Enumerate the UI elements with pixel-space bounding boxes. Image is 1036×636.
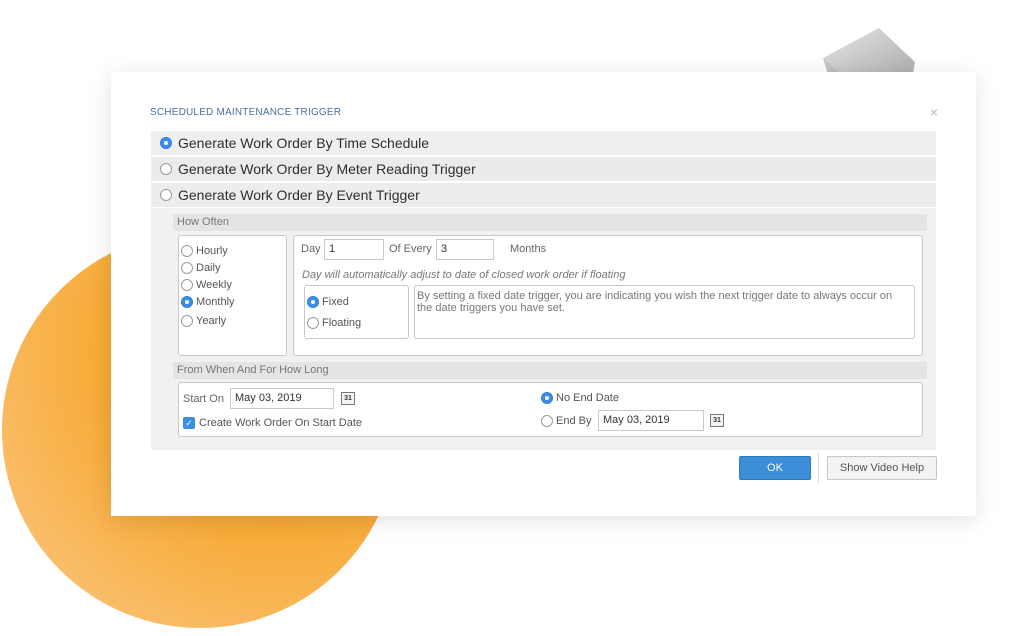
- end-date-calendar-icon[interactable]: 31: [710, 414, 724, 427]
- day-label: Day: [301, 243, 321, 255]
- dialog-title: SCHEDULED MAINTENANCE TRIGGER: [150, 107, 342, 118]
- radio-event-trigger[interactable]: [160, 189, 172, 201]
- frequency-weekly-label: Weekly: [196, 279, 232, 291]
- end-option-end-by[interactable]: End By: [541, 415, 591, 427]
- mode-description: By setting a fixed date trigger, you are…: [417, 290, 893, 314]
- option-meter-reading[interactable]: Generate Work Order By Meter Reading Tri…: [151, 157, 936, 181]
- frequency-yearly-label: Yearly: [196, 315, 227, 327]
- end-by-label: End By: [556, 415, 592, 427]
- radio-no-end-date[interactable]: [541, 392, 553, 404]
- start-on-label: Start On: [183, 393, 224, 405]
- show-video-help-button[interactable]: Show Video Help: [827, 456, 937, 480]
- day-input[interactable]: 1: [324, 239, 384, 260]
- frequency-yearly[interactable]: Yearly: [181, 315, 226, 327]
- radio-floating[interactable]: [307, 317, 319, 329]
- frequency-monthly[interactable]: Monthly: [181, 296, 235, 308]
- mode-floating[interactable]: Floating: [307, 317, 361, 329]
- frequency-daily-label: Daily: [196, 262, 221, 274]
- months-label: Months: [510, 243, 547, 255]
- radio-yearly[interactable]: [181, 315, 193, 327]
- radio-weekly[interactable]: [181, 279, 193, 291]
- ok-button[interactable]: OK: [739, 456, 811, 480]
- frequency-weekly[interactable]: Weekly: [181, 279, 232, 291]
- radio-hourly[interactable]: [181, 245, 193, 257]
- radio-meter-reading[interactable]: [160, 163, 172, 175]
- radio-fixed[interactable]: [307, 296, 319, 308]
- floating-note: Day will automatically adjust to date of…: [302, 269, 626, 281]
- date-range-header: From When And For How Long: [173, 362, 927, 379]
- frequency-monthly-label: Monthly: [196, 296, 235, 308]
- option-time-schedule-label: Generate Work Order By Time Schedule: [178, 135, 430, 151]
- radio-end-by[interactable]: [541, 415, 553, 427]
- radio-time-schedule[interactable]: [160, 137, 172, 149]
- of-every-label: Of Every: [389, 243, 432, 255]
- radio-daily[interactable]: [181, 262, 193, 274]
- frequency-hourly[interactable]: Hourly: [181, 245, 228, 257]
- mode-fixed-label: Fixed: [322, 296, 349, 308]
- mode-floating-label: Floating: [322, 317, 362, 329]
- create-on-start-option[interactable]: ✓ Create Work Order On Start Date: [183, 417, 362, 429]
- end-option-no-end-date[interactable]: No End Date: [541, 392, 619, 404]
- button-divider: [818, 453, 819, 483]
- radio-monthly[interactable]: [181, 296, 193, 308]
- date-mode-box: [304, 285, 409, 339]
- of-every-input[interactable]: 3: [436, 239, 494, 260]
- trigger-dialog: SCHEDULED MAINTENANCE TRIGGER × Generate…: [111, 72, 976, 516]
- start-date-input[interactable]: May 03, 2019: [230, 388, 334, 409]
- create-on-start-checkbox[interactable]: ✓: [183, 417, 195, 429]
- option-time-schedule[interactable]: Generate Work Order By Time Schedule: [151, 131, 936, 155]
- close-icon[interactable]: ×: [930, 104, 938, 120]
- create-on-start-label: Create Work Order On Start Date: [199, 417, 363, 429]
- option-event-trigger-label: Generate Work Order By Event Trigger: [178, 187, 420, 203]
- option-event-trigger[interactable]: Generate Work Order By Event Trigger: [151, 183, 936, 207]
- frequency-daily[interactable]: Daily: [181, 262, 220, 274]
- mode-fixed[interactable]: Fixed: [307, 296, 349, 308]
- end-date-input[interactable]: May 03, 2019: [598, 410, 704, 431]
- no-end-date-label: No End Date: [556, 392, 619, 404]
- frequency-hourly-label: Hourly: [196, 245, 228, 257]
- start-date-calendar-icon[interactable]: 31: [341, 392, 355, 405]
- how-often-header: How Often: [173, 214, 927, 231]
- option-meter-reading-label: Generate Work Order By Meter Reading Tri…: [178, 161, 476, 177]
